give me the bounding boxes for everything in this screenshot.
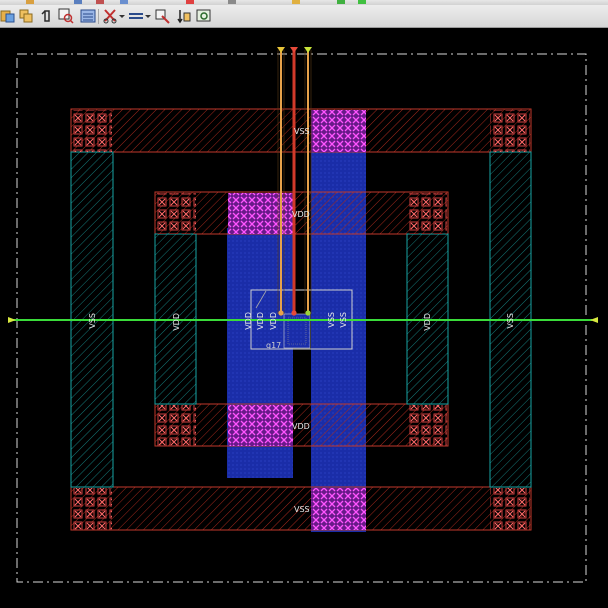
cut-icon[interactable] bbox=[102, 8, 118, 24]
rotate-move-icon[interactable] bbox=[176, 8, 192, 24]
via-array-corner bbox=[72, 488, 112, 530]
vdd-label-top: VDD bbox=[292, 210, 310, 219]
via-array-corner bbox=[490, 488, 530, 530]
layer-map-icon[interactable] bbox=[80, 8, 96, 24]
zoom-select-icon[interactable] bbox=[196, 8, 212, 24]
chevron-down-icon[interactable] bbox=[144, 8, 152, 24]
contact-array[interactable] bbox=[228, 193, 293, 234]
instance-name-label: g17 bbox=[266, 341, 282, 350]
guide-right-arrow bbox=[590, 317, 598, 323]
toolbar-partial-icon[interactable] bbox=[96, 0, 104, 4]
layout-canvas[interactable]: VSS VSS VDD VDD VSS VDD VDD VDD VDD VSS … bbox=[0, 28, 608, 608]
pin-dot[interactable] bbox=[278, 310, 284, 316]
pin-dot[interactable] bbox=[291, 310, 297, 316]
vdd-label-left: VDD bbox=[172, 313, 181, 331]
ruler-icon[interactable] bbox=[40, 8, 56, 24]
vss-label-inner: VSS bbox=[327, 312, 336, 328]
vss-label-right: VSS bbox=[506, 313, 515, 329]
layer-select-icon[interactable] bbox=[0, 8, 16, 24]
pin-dot[interactable] bbox=[305, 310, 311, 316]
vss-label-left: VSS bbox=[88, 313, 97, 329]
zoom-to-fit-icon[interactable] bbox=[58, 8, 74, 24]
toolbar-separator bbox=[98, 9, 99, 24]
pin-marker[interactable] bbox=[290, 47, 298, 53]
via-array-corner bbox=[156, 193, 196, 234]
vss-label-inner: VSS bbox=[339, 312, 348, 328]
main-toolbar bbox=[0, 5, 608, 28]
toolbar-partial-icon[interactable] bbox=[358, 0, 366, 4]
align-icon[interactable] bbox=[128, 8, 144, 24]
contact-array[interactable] bbox=[228, 405, 293, 446]
stretch-icon[interactable] bbox=[154, 8, 170, 24]
via-array-corner bbox=[72, 110, 112, 152]
vdd-label-inner: VDD bbox=[244, 312, 253, 330]
vdd-label-inner: VDD bbox=[269, 312, 278, 330]
contact-array[interactable] bbox=[311, 110, 366, 152]
via-array-corner bbox=[407, 193, 447, 234]
vdd-label-bottom: VDD bbox=[292, 422, 310, 431]
toolbar-partial-icon[interactable] bbox=[228, 0, 236, 4]
via-array-corner bbox=[490, 110, 530, 152]
via-array-corner bbox=[407, 405, 447, 446]
chevron-down-icon[interactable] bbox=[118, 8, 126, 24]
vdd-label-inner: VDD bbox=[256, 312, 265, 330]
vdd-label-right: VDD bbox=[423, 313, 432, 331]
via-array-corner bbox=[156, 405, 196, 446]
layer-stack-icon[interactable] bbox=[18, 8, 34, 24]
vss-label-top: VSS bbox=[294, 127, 310, 136]
contact-array[interactable] bbox=[311, 488, 366, 530]
toolbar-partial-icon[interactable] bbox=[74, 0, 82, 4]
toolbar-partial-icon[interactable] bbox=[120, 0, 128, 4]
toolbar-partial-icon[interactable] bbox=[292, 0, 300, 4]
guide-left-arrow bbox=[8, 317, 16, 323]
toolbar-partial-icon[interactable] bbox=[337, 0, 345, 4]
toolbar-partial-icon[interactable] bbox=[186, 0, 194, 4]
toolbar-partial-icon[interactable] bbox=[26, 0, 34, 4]
vss-label-bottom: VSS bbox=[294, 505, 310, 514]
